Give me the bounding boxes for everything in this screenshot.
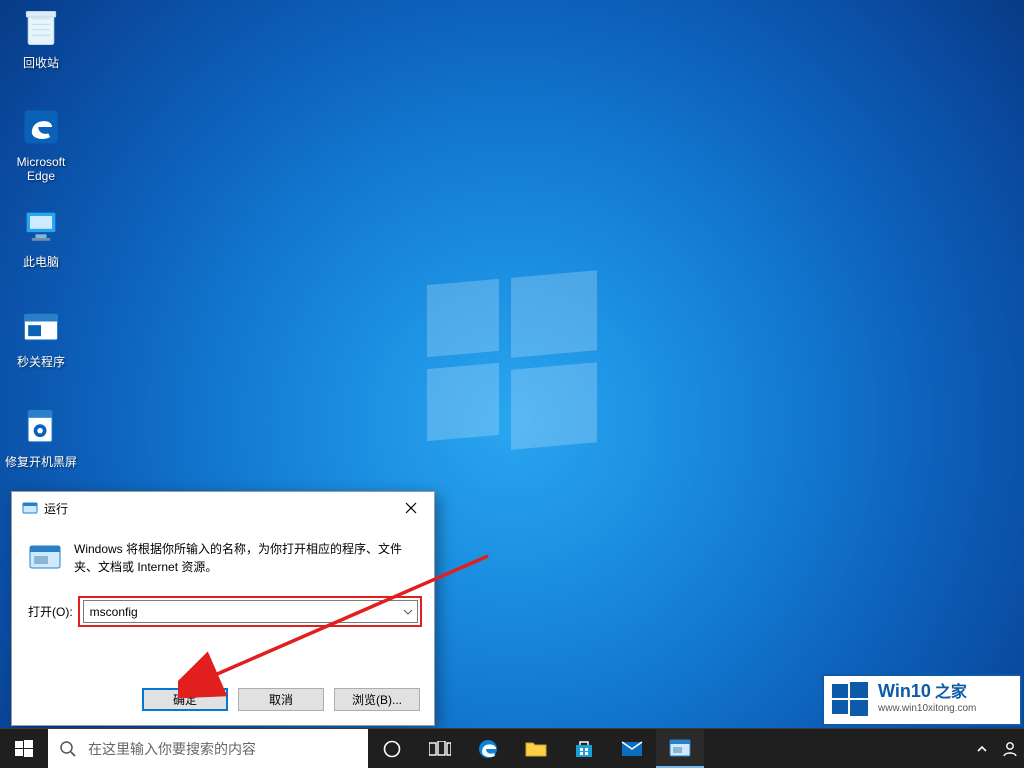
desktop-icon-fix-boot-black[interactable]: 修复开机黑屏 [3, 403, 79, 469]
task-view-button[interactable] [416, 729, 464, 768]
taskbar-store[interactable] [560, 729, 608, 768]
cortana-button[interactable] [368, 729, 416, 768]
taskbar-mail[interactable] [608, 729, 656, 768]
edge-icon [19, 105, 63, 149]
window-icon [19, 305, 63, 349]
windows-logo-wallpaper [427, 272, 597, 442]
taskbar: 在这里输入你要搜索的内容 [0, 728, 1024, 768]
gear-file-icon [19, 405, 63, 449]
open-input[interactable] [84, 601, 399, 622]
open-label: 打开(O): [28, 603, 73, 620]
taskbar-edge[interactable] [464, 729, 512, 768]
close-button[interactable] [388, 493, 434, 523]
search-placeholder: 在这里输入你要搜索的内容 [88, 739, 256, 759]
watermark-logo-icon [830, 680, 870, 720]
watermark-url: www.win10xitong.com [878, 701, 976, 717]
ok-button[interactable]: 确定 [142, 688, 228, 711]
run-dialog-description: Windows 将根据你所输入的名称，为你打开相应的程序、文件夹、文档或 Int… [74, 540, 418, 576]
pc-icon [19, 205, 63, 249]
cancel-button[interactable]: 取消 [238, 688, 324, 711]
run-program-icon [28, 540, 62, 574]
store-icon [574, 739, 594, 759]
watermark-suffix: 之家 [935, 685, 967, 701]
search-icon [48, 740, 88, 758]
system-tray [968, 729, 1024, 768]
taskbar-file-explorer[interactable] [512, 729, 560, 768]
desktop-icon-label: 回收站 [3, 56, 79, 70]
chevron-up-icon [977, 745, 987, 753]
desktop-icon-label: 秒关程序 [3, 355, 79, 369]
windows-start-icon [15, 740, 33, 758]
recycle-bin-icon [19, 6, 63, 50]
tray-people[interactable] [996, 740, 1024, 758]
run-window-icon [669, 739, 691, 757]
desktop-icon-edge[interactable]: Microsoft Edge [3, 103, 79, 183]
close-icon [405, 502, 417, 514]
desktop-icon-label: 修复开机黑屏 [3, 455, 79, 469]
start-button[interactable] [0, 729, 48, 768]
watermark-badge: Win10 之家 www.win10xitong.com [822, 674, 1022, 726]
edge-icon [477, 738, 499, 760]
cortana-icon [382, 739, 402, 759]
desktop-icon-shutdown-app[interactable]: 秒关程序 [3, 303, 79, 369]
task-view-icon [429, 741, 451, 757]
run-dialog-icon [22, 500, 38, 516]
run-dialog: 运行 Windows 将根据你所输入的名称，为你打开相应的程序、文件夹、文档或 … [11, 491, 435, 726]
chevron-down-icon[interactable] [399, 609, 417, 615]
folder-icon [525, 740, 547, 758]
browse-button[interactable]: 浏览(B)... [334, 688, 420, 711]
taskbar-running-run-dialog[interactable] [656, 729, 704, 768]
watermark-brand: Win10 [878, 683, 931, 699]
run-dialog-title: 运行 [44, 500, 388, 517]
desktop[interactable]: 回收站 Microsoft Edge 此电脑 [0, 0, 1024, 768]
desktop-icon-label: Microsoft Edge [3, 155, 79, 183]
desktop-icon-this-pc[interactable]: 此电脑 [3, 203, 79, 269]
desktop-icon-label: 此电脑 [3, 255, 79, 269]
open-combobox[interactable] [83, 600, 418, 623]
run-dialog-titlebar[interactable]: 运行 [12, 492, 434, 524]
tray-overflow-button[interactable] [968, 745, 996, 753]
mail-icon [621, 741, 643, 757]
desktop-icon-recycle-bin[interactable]: 回收站 [3, 4, 79, 70]
people-icon [1001, 740, 1019, 758]
taskbar-search[interactable]: 在这里输入你要搜索的内容 [48, 729, 368, 768]
